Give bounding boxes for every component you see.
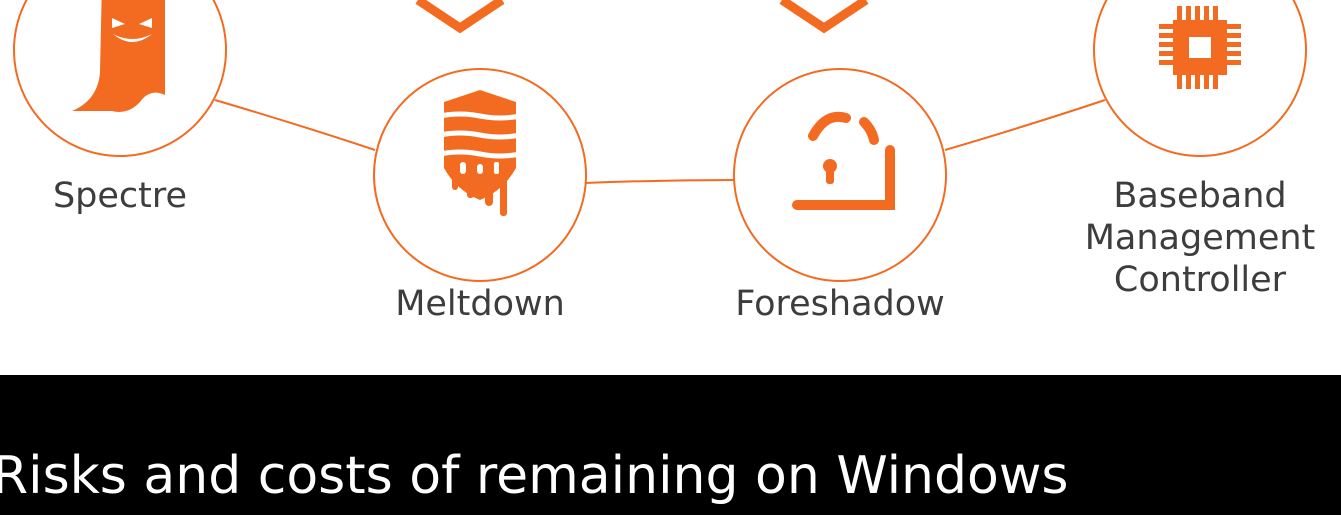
- spectre-label: Spectre: [52, 176, 188, 216]
- connector-foreshadow-bmc: [944, 99, 1106, 151]
- bmc-label-line: Baseband: [1113, 176, 1287, 216]
- caption-bar: Risks and costs of remaining on Windows: [0, 375, 1341, 515]
- slide: Spectre Meltdown Foreshadow Baseband Man…: [0, 0, 1341, 515]
- bmc-label: Baseband Management Controller: [1040, 175, 1341, 301]
- connector-spectre-meltdown: [214, 99, 376, 151]
- foreshadow-node-circle: [733, 68, 947, 282]
- bmc-label-line: Management: [1084, 218, 1316, 258]
- caption-text: Risks and costs of remaining on Windows: [0, 446, 1069, 506]
- foreshadow-label: Foreshadow: [735, 284, 945, 324]
- chevron-down-icon: [779, 0, 869, 34]
- bmc-label-line: Controller: [1113, 260, 1287, 300]
- connector-meltdown-foreshadow: [584, 179, 736, 184]
- chevron-down-icon: [415, 0, 505, 34]
- meltdown-label: Meltdown: [395, 284, 565, 324]
